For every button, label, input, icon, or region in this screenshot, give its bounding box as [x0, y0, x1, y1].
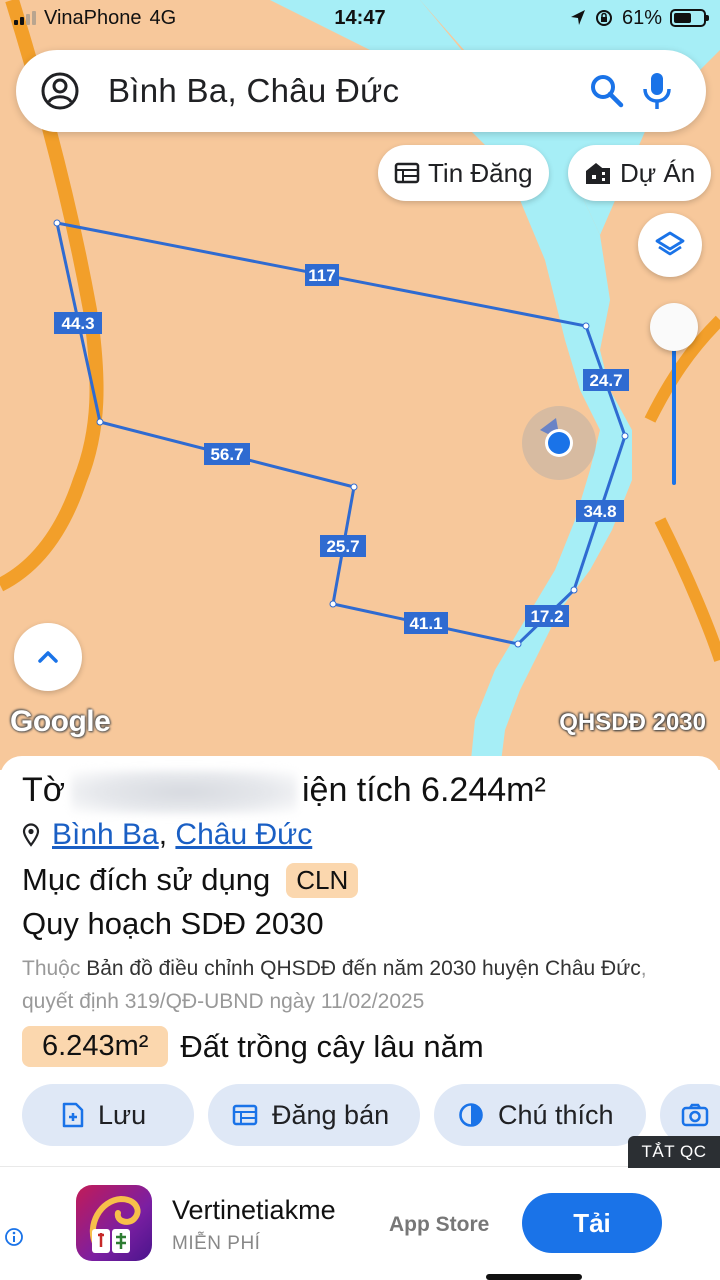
battery-percent: 61%: [621, 6, 662, 29]
parcel-title: Tờ iện tích 6.244m²: [22, 770, 546, 814]
legend-button-label: Chú thích: [498, 1099, 614, 1130]
listing-icon: [394, 162, 420, 184]
plan-title: Quy hoạch SDĐ 2030: [22, 906, 324, 941]
edge-label: 56.7: [204, 443, 250, 465]
svg-text:56.7: 56.7: [210, 445, 243, 464]
legend-button[interactable]: Chú thích: [434, 1084, 646, 1146]
zoom-slider-handle[interactable]: [650, 303, 698, 351]
svg-text:117: 117: [308, 266, 335, 285]
dragon-app-icon: [89, 1195, 141, 1253]
zoom-slider-track[interactable]: [672, 340, 676, 485]
area-value: 6.243m²: [22, 1026, 169, 1067]
chevron-up-icon: [38, 651, 58, 663]
parcel-title-end: iện tích 6.244m²: [301, 770, 546, 809]
buildings-icon: [586, 163, 610, 184]
redacted-parcel-number: [70, 770, 297, 814]
google-logo: Google: [10, 705, 111, 738]
orientation-lock-icon: [595, 10, 612, 26]
parcel-title-start: Tờ: [22, 770, 66, 809]
network-type: 4G: [149, 6, 177, 29]
listing-icon: [232, 1104, 258, 1126]
location-pin-icon: [22, 823, 40, 847]
post-for-sale-label: Đăng bán: [272, 1099, 390, 1130]
land-purpose-code: CLN: [286, 862, 359, 898]
projects-chip-label: Dự Án: [620, 157, 696, 188]
ad-banner[interactable]: Vertinetiakme MIỄN PHÍ App Store Tải: [0, 1166, 720, 1280]
action-buttons: Lưu Đăng bán Chú thích: [22, 1084, 720, 1146]
svg-text:41.1: 41.1: [409, 614, 442, 633]
ad-store-name: App Store: [389, 1213, 490, 1236]
search-button[interactable]: [582, 66, 632, 116]
microphone-icon: [643, 73, 671, 109]
install-button[interactable]: Tải: [522, 1193, 662, 1253]
commune-link[interactable]: Bình Ba: [52, 818, 159, 851]
search-input[interactable]: Bình Ba, Châu Đức: [108, 72, 582, 110]
add-document-icon: [62, 1102, 84, 1128]
expand-sheet-button[interactable]: [14, 623, 82, 691]
save-button-label: Lưu: [98, 1099, 147, 1130]
edge-label: 34.8: [576, 500, 624, 522]
location-arrow-icon: [570, 10, 585, 25]
layers-button[interactable]: [638, 213, 702, 277]
app-icon[interactable]: [76, 1185, 152, 1261]
post-for-sale-button[interactable]: Đăng bán: [208, 1084, 420, 1146]
svg-text:25.7: 25.7: [326, 537, 359, 556]
svg-text:34.8: 34.8: [583, 502, 616, 521]
info-icon[interactable]: [4, 1227, 24, 1247]
battery-icon: [670, 9, 709, 27]
area-land-use: Đất trồng cây lâu năm: [180, 1028, 484, 1064]
projects-chip[interactable]: Dự Án: [568, 145, 712, 201]
home-indicator[interactable]: [486, 1274, 582, 1280]
edge-label: 25.7: [320, 535, 366, 557]
status-bar: VinaPhone 4G 14:47 61%: [0, 0, 720, 36]
parcel-location: Bình Ba, Châu Đức: [22, 818, 312, 852]
plan-description: Thuộc Bản đồ điều chỉnh QHSDĐ đến năm 20…: [22, 952, 702, 1018]
search-bar[interactable]: Bình Ba, Châu Đức: [16, 50, 706, 132]
land-purpose-label: Mục đích sử dụng: [22, 862, 271, 897]
search-icon: [591, 75, 624, 108]
map-layer-label: QHSDĐ 2030: [559, 709, 706, 736]
layers-icon: [655, 231, 685, 256]
carrier-name: VinaPhone: [44, 6, 142, 29]
ad-app-name: Vertinetiakme: [172, 1195, 336, 1225]
contrast-icon: [459, 1103, 483, 1127]
svg-text:44.3: 44.3: [61, 314, 94, 333]
account-icon[interactable]: [40, 71, 80, 111]
save-button[interactable]: Lưu: [22, 1084, 194, 1146]
edge-label: 44.3: [54, 312, 102, 334]
listings-chip-label: Tin Đăng: [428, 157, 533, 188]
listings-chip[interactable]: Tin Đăng: [378, 145, 549, 201]
east-road-south: [654, 517, 720, 662]
cell-signal-icon: [14, 11, 36, 25]
district-link[interactable]: Châu Đức: [175, 818, 312, 851]
ad-app-price: MIỄN PHÍ: [172, 1233, 261, 1254]
desc-prefix: Thuộc: [22, 957, 81, 980]
edge-label: 24.7: [583, 369, 629, 391]
plan-map-name: Bản đồ điều chỉnh QHSDĐ đến năm 2030 huy…: [86, 957, 641, 980]
edge-label: 17.2: [525, 605, 569, 627]
hide-ad-button[interactable]: TẮT QC: [628, 1136, 720, 1168]
current-location-marker[interactable]: [522, 406, 596, 480]
svg-text:17.2: 17.2: [530, 607, 563, 626]
parcel-info-sheet: Tờ iện tích 6.244m² Bình Ba, Châu Đức Mụ…: [0, 756, 720, 1166]
camera-icon: [681, 1103, 709, 1127]
svg-text:24.7: 24.7: [589, 371, 622, 390]
land-purpose-row: Mục đích sử dụng CLN: [22, 862, 359, 898]
area-row: 6.243m² Đất trồng cây lâu năm: [22, 1026, 484, 1067]
edge-label: 117: [305, 264, 339, 286]
voice-search-button[interactable]: [632, 66, 682, 116]
edge-label: 41.1: [404, 612, 448, 634]
